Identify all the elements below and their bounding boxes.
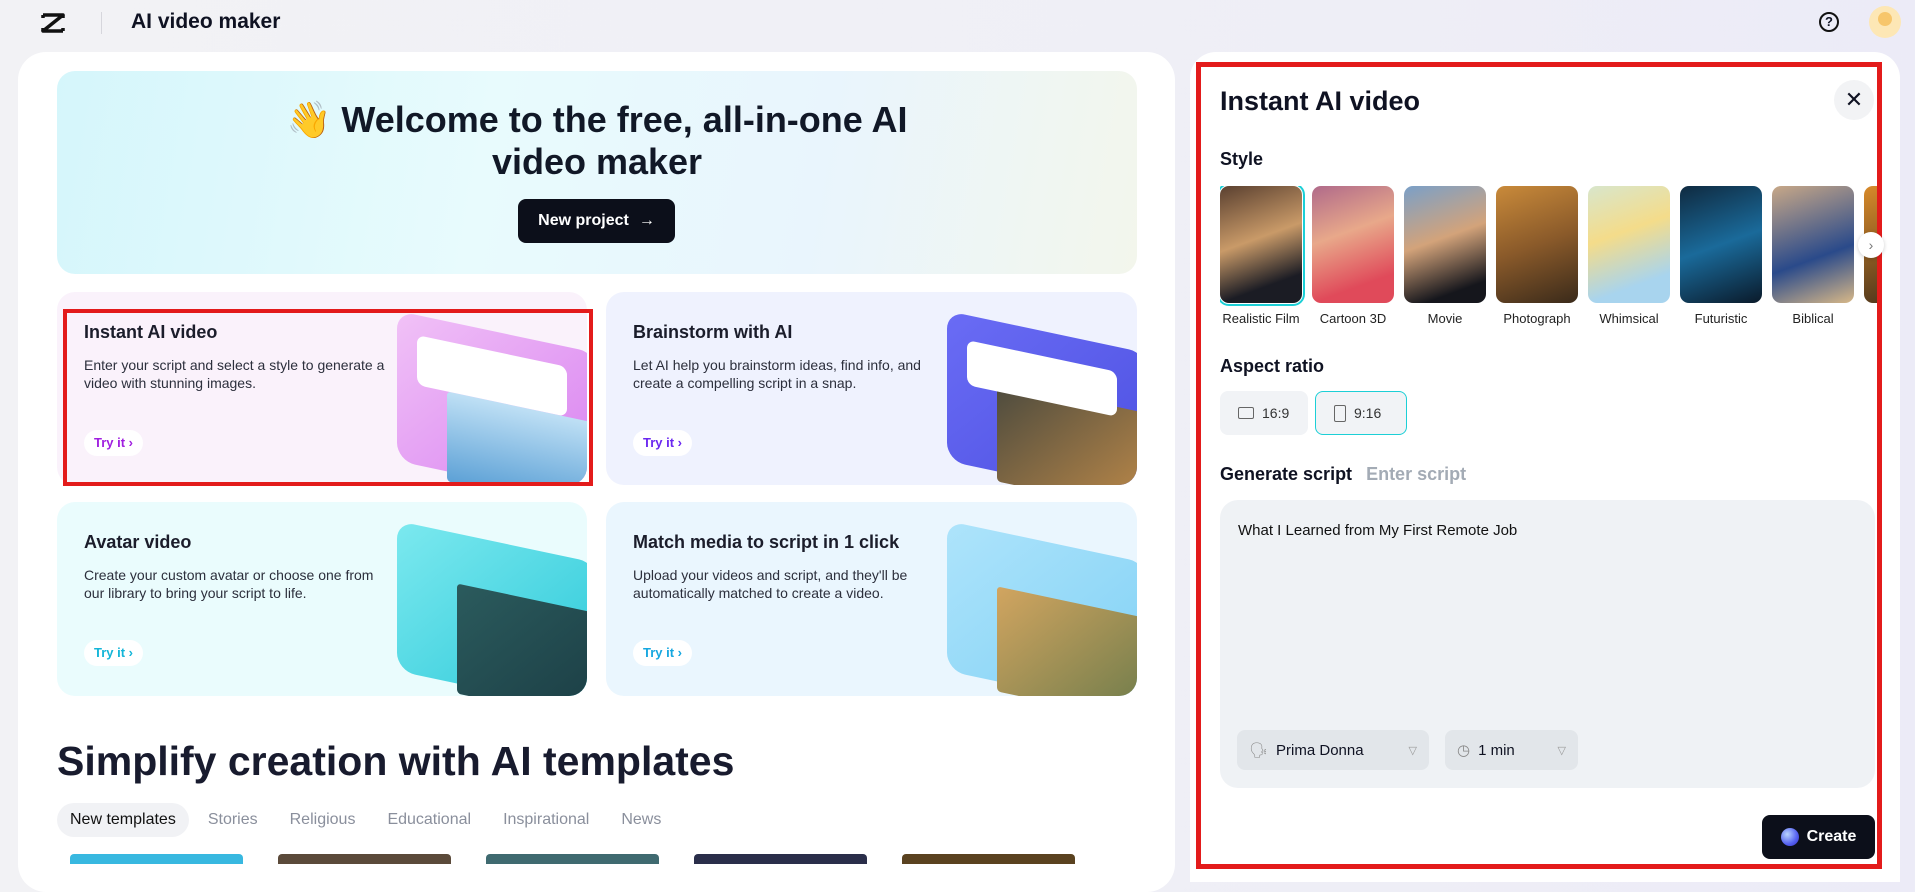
card-desc: Let AI help you brainstorm ideas, find i… [633, 357, 921, 391]
tab-educational[interactable]: Educational [374, 803, 484, 837]
new-project-button[interactable]: New project → [518, 199, 675, 243]
card-desc: Create your custom avatar or choose one … [84, 567, 374, 601]
arrow-right-icon: → [638, 212, 655, 229]
style-label: Style [1220, 149, 1264, 169]
script-text[interactable]: What I Learned from My First Remote Job [1238, 522, 1517, 539]
app-title: AI video maker [131, 10, 281, 33]
try-it-button[interactable]: Try it › [84, 640, 144, 666]
style-futuristic[interactable]: Futuristic [1680, 186, 1762, 336]
chevron-down-icon: ▽ [1557, 744, 1566, 757]
card-illustration [397, 520, 587, 696]
card-avatar-video[interactable]: Avatar video Create your custom avatar o… [57, 502, 587, 696]
card-title: Brainstorm with AI [633, 322, 793, 342]
card-instant-ai-video[interactable]: Instant AI video Enter your script and s… [57, 292, 587, 485]
hero-title: 👋 Welcome to the free, all-in-one AI vide… [286, 99, 908, 182]
card-brainstorm[interactable]: Brainstorm with AI Let AI help you brain… [606, 292, 1137, 485]
tab-enter-script[interactable]: Enter script [1366, 464, 1466, 485]
tab-stories[interactable]: Stories [195, 803, 271, 837]
template-thumb[interactable] [902, 854, 1075, 864]
voice-icon: 🗣 [1249, 742, 1269, 759]
card-desc: Enter your script and select a style to … [84, 357, 385, 391]
template-thumb[interactable] [70, 854, 243, 864]
card-title: Match media to script in 1 click [633, 532, 900, 552]
user-avatar[interactable] [1869, 6, 1901, 38]
card-illustration [947, 520, 1137, 696]
landscape-icon [1238, 407, 1254, 419]
card-match-media[interactable]: Match media to script in 1 click Upload … [606, 502, 1137, 696]
chevron-right-icon[interactable]: › [1858, 232, 1884, 258]
capcut-logo[interactable] [40, 10, 66, 36]
create-button[interactable]: Create [1762, 815, 1875, 859]
chevron-down-icon: ▽ [1408, 744, 1417, 757]
template-tabs: New templates Stories Religious Educatio… [57, 803, 674, 837]
style-whimsical[interactable]: Whimsical [1588, 186, 1670, 336]
hero-banner: 👋 Welcome to the free, all-in-one AI vide… [57, 71, 1137, 274]
card-title: Instant AI video [84, 322, 218, 342]
aspect-16-9-button[interactable]: 16:9 [1220, 391, 1308, 435]
tab-inspirational[interactable]: Inspirational [490, 803, 602, 837]
card-desc: Upload your videos and script, and they'… [633, 567, 908, 601]
panel-title: Instant AI video [1220, 86, 1421, 116]
ai-orb-icon [1780, 828, 1799, 846]
tab-new-templates[interactable]: New templates [57, 803, 189, 837]
templates-heading: Simplify creation with AI templates [57, 738, 735, 784]
style-partial[interactable]: I [1864, 186, 1877, 336]
template-thumb[interactable] [278, 854, 451, 864]
card-illustration [397, 310, 587, 485]
template-thumbnails [70, 854, 1075, 864]
tab-news[interactable]: News [608, 803, 674, 837]
aspect-9-16-button[interactable]: 9:16 [1315, 391, 1407, 435]
script-input[interactable]: What I Learned from My First Remote Job … [1220, 500, 1875, 788]
try-it-button[interactable]: Try it › [84, 430, 144, 456]
help-icon[interactable]: ? [1819, 12, 1839, 32]
style-movie[interactable]: Movie [1404, 186, 1486, 336]
template-thumb[interactable] [694, 854, 867, 864]
clock-icon: ◷ [1457, 742, 1471, 759]
try-it-button[interactable]: Try it › [633, 640, 693, 666]
try-it-button[interactable]: Try it › [633, 430, 693, 456]
voice-dropdown[interactable]: 🗣 Prima Donna ▽ [1237, 730, 1429, 770]
style-cartoon-3d[interactable]: Cartoon 3D [1312, 186, 1394, 336]
aspect-ratio-label: Aspect ratio [1220, 356, 1325, 376]
close-icon[interactable]: ✕ [1834, 80, 1874, 120]
style-biblical[interactable]: Biblical [1772, 186, 1854, 336]
tab-religious[interactable]: Religious [277, 803, 369, 837]
card-title: Avatar video [84, 532, 192, 552]
card-illustration [947, 310, 1137, 485]
style-list: Realistic Film Cartoon 3D Movie Photogra… [1220, 186, 1877, 336]
style-realistic-film[interactable]: Realistic Film [1220, 186, 1305, 336]
portrait-icon [1334, 404, 1346, 422]
style-photograph[interactable]: Photograph [1496, 186, 1578, 336]
duration-dropdown[interactable]: ◷ 1 min ▽ [1445, 730, 1578, 770]
template-thumb[interactable] [486, 854, 659, 864]
script-tabs: Generate script Enter script [1220, 464, 1466, 485]
header-divider [101, 12, 102, 34]
tab-generate-script[interactable]: Generate script [1220, 464, 1352, 485]
